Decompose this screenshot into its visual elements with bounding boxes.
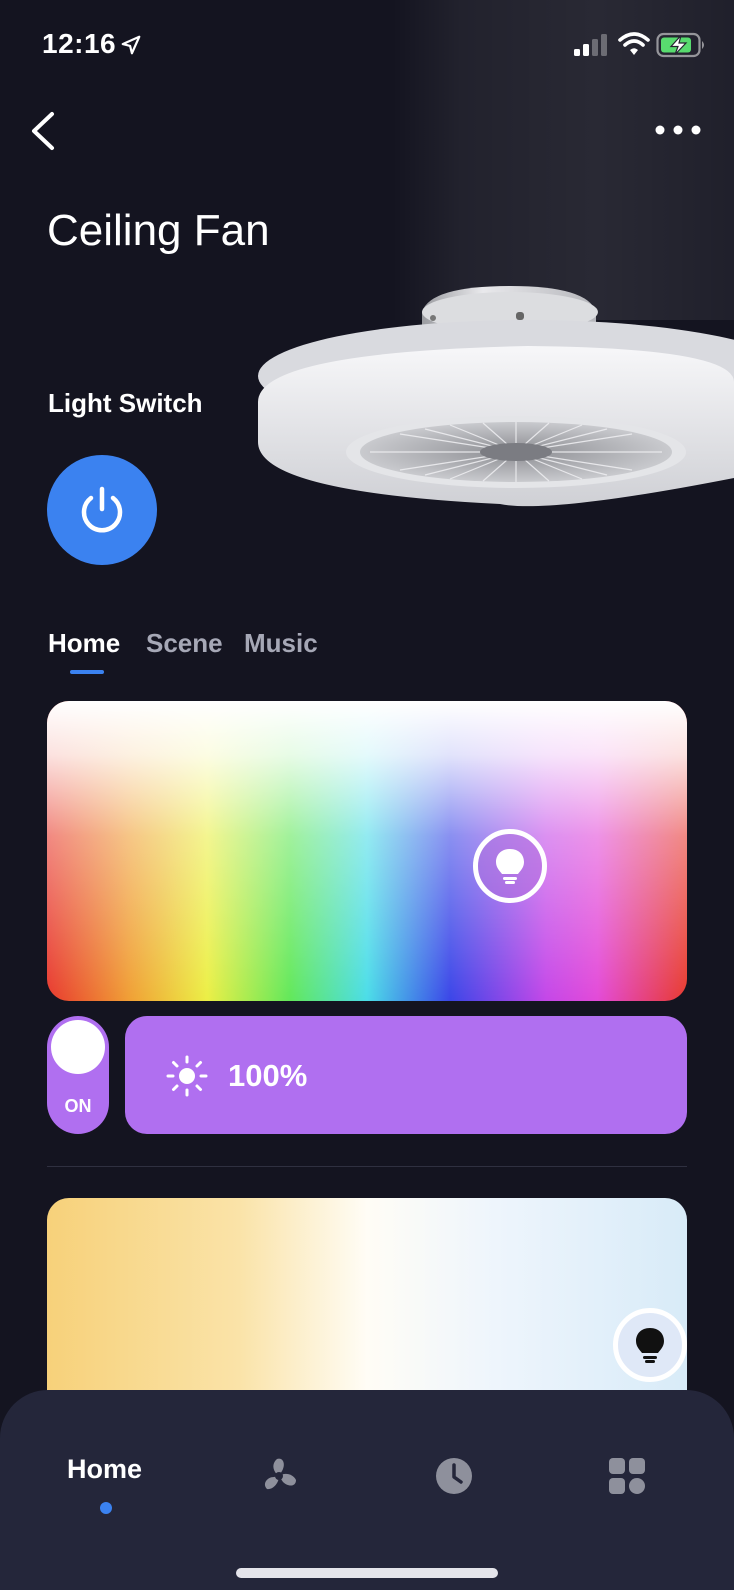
sun-icon [166,1055,208,1097]
light-beam-decoration [392,0,734,320]
status-time: 12:16 [42,28,117,59]
color-temperature-handle[interactable] [613,1308,687,1382]
light-power-button[interactable] [47,455,157,565]
light-on-toggle[interactable]: ON [47,1016,109,1134]
tab-home[interactable]: Home [48,628,120,659]
location-arrow-icon [121,35,141,55]
toggle-knob [51,1020,105,1074]
fan-icon[interactable] [259,1456,299,1496]
nav-home[interactable]: Home [67,1454,142,1485]
tab-music[interactable]: Music [244,628,318,659]
ceiling-fan-image [258,286,734,507]
tab-scene[interactable]: Scene [146,628,223,659]
color-picker-handle[interactable] [473,829,547,903]
home-indicator[interactable] [236,1568,498,1578]
back-button[interactable] [24,108,64,154]
lightbulb-icon [496,849,524,884]
more-options-button[interactable] [650,110,706,150]
lightbulb-icon [636,1328,664,1363]
section-divider [47,1166,687,1167]
clock-icon[interactable] [434,1456,474,1496]
color-picker[interactable] [47,701,687,1001]
brightness-value: 100% [228,1058,308,1093]
nav-active-indicator [100,1502,112,1514]
page-title: Ceiling Fan [47,206,270,255]
toggle-label: ON [64,1096,92,1116]
active-tab-indicator [70,670,104,674]
power-icon [81,486,123,533]
bottom-nav: Home [0,1390,734,1590]
brightness-slider[interactable]: 100% [125,1016,687,1134]
light-switch-label: Light Switch [48,388,203,418]
grid-icon[interactable] [607,1456,647,1496]
color-temperature-picker[interactable] [47,1198,687,1418]
